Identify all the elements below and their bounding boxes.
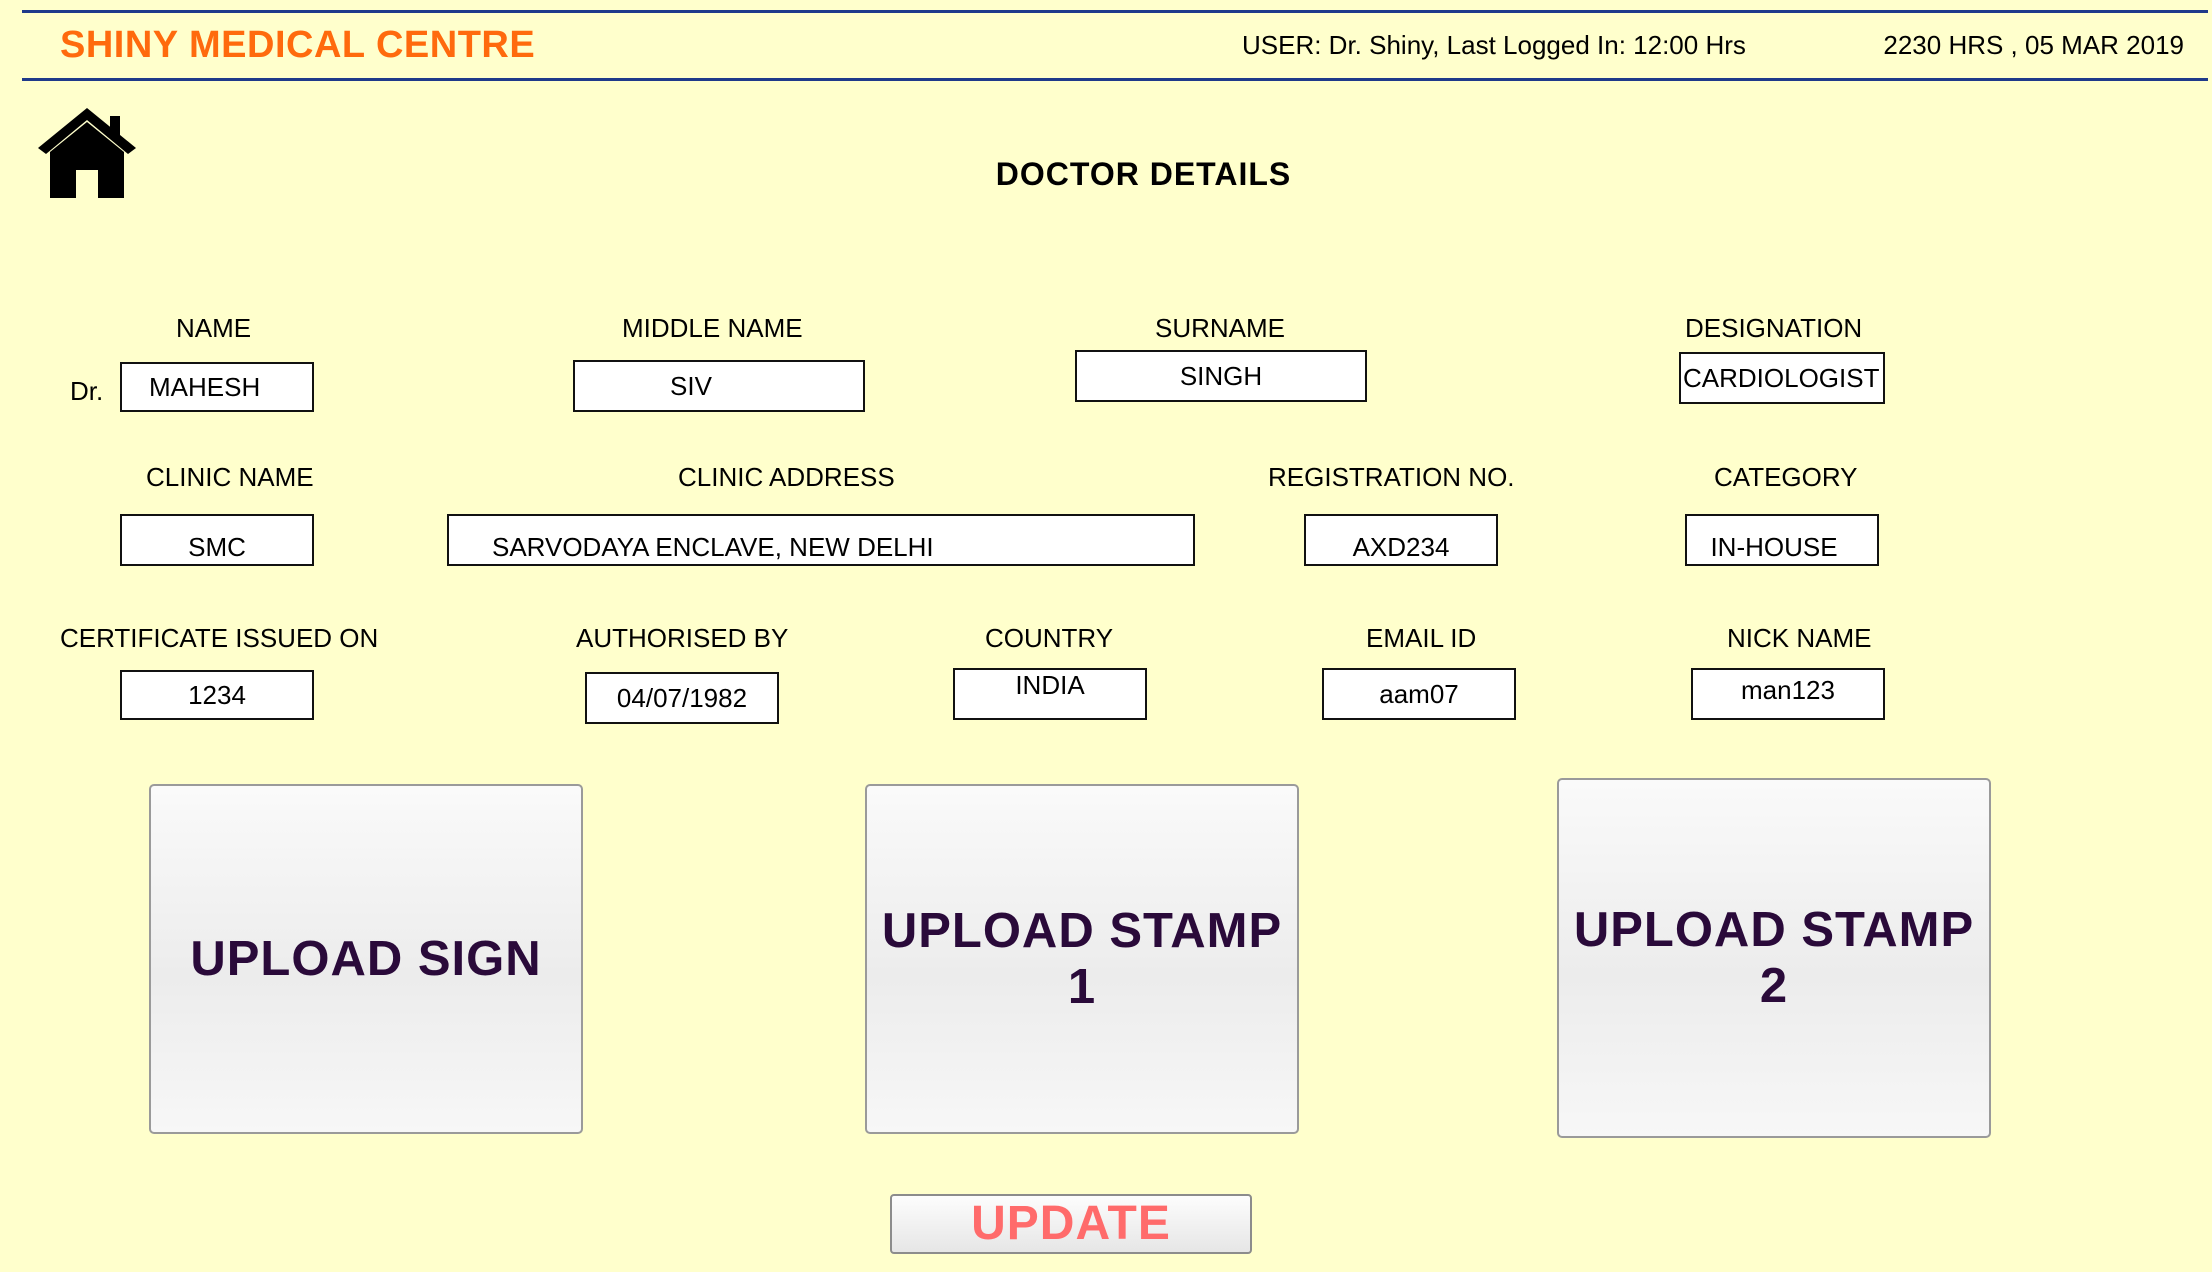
header-bottom-rule — [22, 78, 2208, 81]
certificate-issued-on-label: CERTIFICATE ISSUED ON — [60, 623, 379, 653]
upload-stamp-1-button[interactable]: UPLOAD STAMP 1 — [865, 784, 1299, 1134]
name-label: NAME — [176, 313, 252, 343]
name-prefix: Dr. — [70, 376, 104, 406]
clinic-name-field[interactable] — [120, 514, 314, 566]
certificate-issued-on-field[interactable] — [120, 670, 314, 720]
registration-no-field[interactable] — [1304, 514, 1498, 566]
middle-name-field[interactable] — [573, 360, 865, 412]
category-field[interactable] — [1685, 514, 1879, 566]
registration-no-label: REGISTRATION NO. — [1268, 462, 1515, 492]
authorised-by-field[interactable] — [585, 672, 779, 724]
header-top-rule — [22, 10, 2208, 13]
country-field[interactable] — [953, 668, 1147, 720]
clinic-address-label: CLINIC ADDRESS — [678, 462, 895, 492]
country-label: COUNTRY — [985, 623, 1114, 653]
upload-sign-button[interactable]: UPLOAD SIGN — [149, 784, 583, 1134]
update-button[interactable]: UPDATE — [890, 1194, 1252, 1254]
clinic-name-label: CLINIC NAME — [146, 462, 314, 492]
name-field[interactable] — [120, 362, 314, 412]
category-label: CATEGORY — [1714, 462, 1858, 492]
clinic-title: SHINY MEDICAL CENTRE — [60, 24, 536, 66]
surname-label: SURNAME — [1155, 313, 1286, 343]
nick-name-field[interactable] — [1691, 668, 1885, 720]
upload-stamp-2-button[interactable]: UPLOAD STAMP 2 — [1557, 778, 1991, 1138]
clinic-address-field[interactable] — [447, 514, 1195, 566]
surname-field[interactable] — [1075, 350, 1367, 402]
page-title: DOCTOR DETAILS — [995, 156, 1292, 192]
email-id-label: EMAIL ID — [1366, 623, 1477, 653]
designation-label: DESIGNATION — [1685, 313, 1863, 343]
authorised-by-label: AUTHORISED BY — [576, 623, 789, 653]
middle-name-label: MIDDLE NAME — [622, 313, 803, 343]
designation-field[interactable] — [1679, 352, 1885, 404]
nick-name-label: NICK NAME — [1727, 623, 1872, 653]
header-datetime: 2230 HRS , 05 MAR 2019 — [1883, 30, 2184, 60]
email-id-field[interactable] — [1322, 668, 1516, 720]
user-info: USER: Dr. Shiny, Last Logged In: 12:00 H… — [1242, 30, 1746, 60]
